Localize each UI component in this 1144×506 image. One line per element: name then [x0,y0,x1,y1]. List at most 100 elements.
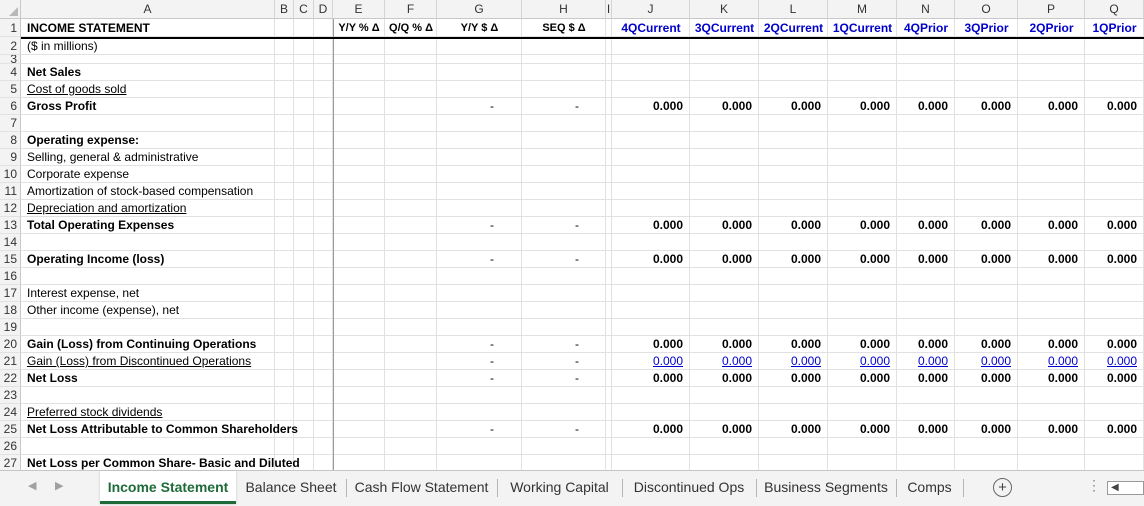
tab-discontinued-ops[interactable]: Discontinued Ops [622,471,756,504]
value-cell[interactable]: 0.000 [1018,421,1078,438]
period-header[interactable]: 3QCurrent [690,19,759,37]
value-cell[interactable]: 0.000 [955,98,1011,115]
value-cell[interactable]: 0.000 [690,217,752,234]
value-cell[interactable]: 0.000 [1085,353,1137,370]
period-header[interactable]: 3QPrior [955,19,1018,37]
row-header[interactable]: 5 [0,81,21,98]
value-cell[interactable]: 0.000 [1085,217,1137,234]
seq-dollar-change-header[interactable]: SEQ $ Δ [522,19,606,37]
row-header[interactable]: 22 [0,370,21,387]
row-label[interactable]: Depreciation and amortization [27,200,186,217]
yy-pct-change-header[interactable]: Y/Y % Δ [333,19,385,37]
value-cell[interactable]: 0.000 [612,98,683,115]
column-header-d[interactable]: D [314,0,333,19]
period-header[interactable]: 1QPrior [1085,19,1144,37]
value-cell[interactable]: 0.000 [690,98,752,115]
value-cell[interactable]: 0.000 [897,251,948,268]
select-all-corner[interactable] [0,0,21,19]
column-header-n[interactable]: N [897,0,955,19]
value-cell[interactable]: 0.000 [759,336,821,353]
value-cell[interactable]: 0.000 [955,336,1011,353]
column-header-e[interactable]: E [333,0,385,19]
row-header[interactable]: 1 [0,19,21,37]
row-header[interactable]: 14 [0,234,21,251]
row-label[interactable]: Preferred stock dividends [27,404,162,421]
row-header[interactable]: 11 [0,183,21,200]
value-cell[interactable]: 0.000 [828,98,890,115]
row-label[interactable]: Gain (Loss) from Continuing Operations [27,336,256,353]
row-header[interactable]: 27 [0,455,21,470]
value-cell[interactable]: 0.000 [828,370,890,387]
value-cell[interactable]: 0.000 [1018,217,1078,234]
value-cell[interactable]: 0.000 [1018,370,1078,387]
row-label[interactable]: Operating expense: [27,132,139,149]
column-header-j[interactable]: J [612,0,690,19]
period-header[interactable]: 2QCurrent [759,19,828,37]
row-header[interactable]: 2 [0,37,21,55]
value-cell[interactable]: 0.000 [1085,336,1137,353]
value-cell[interactable]: 0.000 [1085,251,1137,268]
row-header[interactable]: 16 [0,268,21,285]
row-label[interactable]: Amortization of stock-based compensation [27,183,253,200]
row-label[interactable]: Net Loss per Common Share- Basic and Dil… [27,455,300,470]
value-cell[interactable]: 0.000 [690,251,752,268]
qq-pct-change-header[interactable]: Q/Q % Δ [385,19,437,37]
row-label[interactable]: Gross Profit [27,98,96,115]
row-header[interactable]: 12 [0,200,21,217]
row-label[interactable]: Interest expense, net [27,285,139,302]
value-cell[interactable]: 0.000 [759,353,821,370]
row-label[interactable]: Net Sales [27,64,81,81]
row-label[interactable]: Other income (expense), net [27,302,179,319]
value-cell[interactable]: 0.000 [897,353,948,370]
value-cell[interactable]: 0.000 [897,98,948,115]
row-header[interactable]: 17 [0,285,21,302]
row-header[interactable]: 15 [0,251,21,268]
value-cell[interactable]: 0.000 [612,353,683,370]
column-header-g[interactable]: G [437,0,522,19]
row-label[interactable]: Operating Income (loss) [27,251,164,268]
value-cell[interactable]: 0.000 [828,353,890,370]
column-header-f[interactable]: F [385,0,437,19]
spreadsheet-grid[interactable]: ABCDEFGHIJKLMNOPQ 1 2 3 4 5 6 7 8 9 10 11 12 13 14 15 1… [0,0,1144,470]
row-header[interactable]: 24 [0,404,21,421]
column-header-o[interactable]: O [955,0,1018,19]
column-header-a[interactable]: A [21,0,275,19]
row-header[interactable]: 23 [0,387,21,404]
period-header[interactable]: 4QCurrent [612,19,690,37]
row-header[interactable]: 4 [0,64,21,81]
value-cell[interactable]: 0.000 [1018,336,1078,353]
row-label[interactable]: Gain (Loss) from Discontinued Operations [27,353,251,370]
row-label[interactable]: ($ in millions) [27,37,98,55]
row-label[interactable]: Net Loss [27,370,78,387]
value-cell[interactable]: 0.000 [759,98,821,115]
column-header-q[interactable]: Q [1085,0,1144,19]
statement-title[interactable]: INCOME STATEMENT [27,19,150,37]
tab-scroll-right-icon[interactable]: ▶ [55,479,63,492]
column-header-p[interactable]: P [1018,0,1085,19]
tab-cash-flow-statement[interactable]: Cash Flow Statement [346,471,497,504]
value-cell[interactable]: 0.000 [828,421,890,438]
column-header-k[interactable]: K [690,0,759,19]
row-header[interactable]: 8 [0,132,21,149]
row-header[interactable]: 7 [0,115,21,132]
value-cell[interactable]: 0.000 [759,421,821,438]
row-header[interactable]: 10 [0,166,21,183]
value-cell[interactable]: 0.000 [897,421,948,438]
row-label[interactable]: Net Loss Attributable to Common Sharehol… [27,421,298,438]
row-header[interactable]: 13 [0,217,21,234]
tab-business-segments[interactable]: Business Segments [756,471,896,504]
row-header[interactable]: 20 [0,336,21,353]
tab-balance-sheet[interactable]: Balance Sheet [236,471,346,504]
value-cell[interactable]: 0.000 [955,353,1011,370]
period-header[interactable]: 2QPrior [1018,19,1085,37]
value-cell[interactable]: 0.000 [612,251,683,268]
row-header[interactable]: 3 [0,55,21,64]
row-header[interactable]: 6 [0,98,21,115]
row-label[interactable]: Total Operating Expenses [27,217,174,234]
plus-circle-icon[interactable]: + [993,478,1012,497]
tab-working-capital[interactable]: Working Capital [497,471,622,504]
value-cell[interactable]: 0.000 [1085,98,1137,115]
value-cell[interactable]: 0.000 [955,421,1011,438]
column-header-l[interactable]: L [759,0,828,19]
value-cell[interactable]: 0.000 [828,217,890,234]
